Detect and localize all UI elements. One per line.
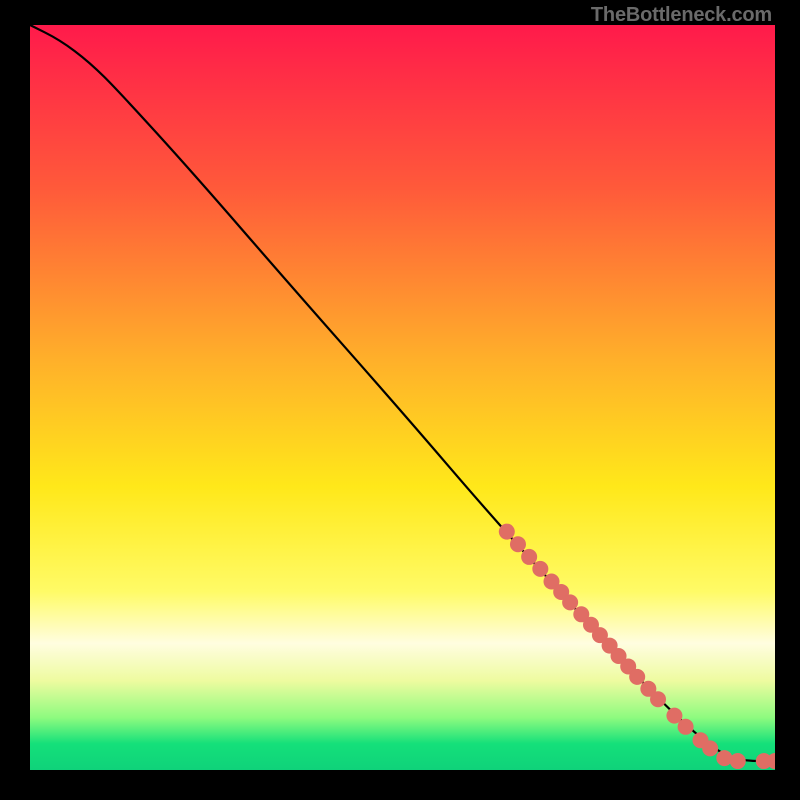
data-marker [678,719,694,735]
chart-frame: TheBottleneck.com [0,0,800,800]
data-marker [499,524,515,540]
chart-svg [30,25,775,770]
data-marker [510,536,526,552]
data-marker [716,750,732,766]
gradient-background [30,25,775,770]
data-marker [650,691,666,707]
data-marker [562,594,578,610]
data-marker [521,549,537,565]
watermark-label: TheBottleneck.com [591,4,772,27]
data-marker [629,669,645,685]
data-marker [532,561,548,577]
data-marker [730,753,746,769]
chart-plot-area [30,25,775,770]
data-marker [702,740,718,756]
